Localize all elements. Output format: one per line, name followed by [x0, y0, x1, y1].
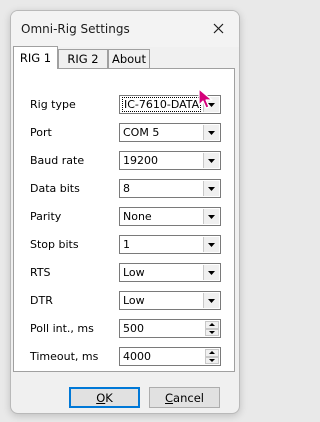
stop-bits-label: Stop bits: [30, 238, 79, 251]
tab-about[interactable]: About: [108, 49, 150, 68]
chevron-down-icon: [208, 242, 215, 247]
settings-window: Omni-Rig Settings RIG 1 RIG 2 About Rig …: [10, 10, 240, 414]
poll-int-value: 500: [123, 322, 144, 335]
poll-int-label: Poll int., ms: [30, 322, 94, 335]
stop-bits-select[interactable]: 1: [119, 235, 221, 254]
rig-type-select[interactable]: IC-7610-DATA: [119, 95, 221, 114]
spin-up-icon: [209, 323, 215, 327]
dropdown-button[interactable]: [203, 237, 219, 252]
dropdown-button[interactable]: [203, 265, 219, 280]
spin-down-button[interactable]: [205, 328, 219, 336]
dropdown-button[interactable]: [203, 181, 219, 196]
baud-rate-value: 19200: [123, 154, 158, 167]
dropdown-button[interactable]: [203, 209, 219, 224]
spin-down-icon: [209, 358, 215, 362]
tab-rig-2-label: RIG 2: [67, 52, 99, 66]
dropdown-button[interactable]: [203, 97, 219, 112]
chevron-down-icon: [208, 158, 215, 163]
data-bits-label: Data bits: [30, 182, 80, 195]
chevron-down-icon: [208, 214, 215, 219]
parity-value: None: [123, 210, 152, 223]
port-value: COM 5: [123, 126, 160, 139]
timeout-spinner[interactable]: 4000: [119, 347, 221, 366]
tab-rig-2[interactable]: RIG 2: [58, 49, 108, 68]
port-label: Port: [30, 126, 52, 139]
spin-buttons: [205, 321, 219, 336]
baud-rate-select[interactable]: 19200: [119, 151, 221, 170]
ok-button-mnemonic: O: [96, 390, 106, 405]
rig-type-value: IC-7610-DATA: [121, 97, 202, 112]
parity-select[interactable]: None: [119, 207, 221, 226]
chevron-down-icon: [208, 186, 215, 191]
close-icon: [213, 23, 223, 33]
dtr-select[interactable]: Low: [119, 291, 221, 310]
title-bar: Omni-Rig Settings: [11, 11, 239, 47]
poll-int-spinner[interactable]: 500: [119, 319, 221, 338]
dtr-label: DTR: [30, 294, 53, 307]
stop-bits-value: 1: [123, 238, 130, 251]
timeout-label: Timeout, ms: [30, 350, 99, 363]
dtr-value: Low: [123, 294, 145, 307]
spin-down-icon: [209, 330, 215, 334]
port-select[interactable]: COM 5: [119, 123, 221, 142]
dropdown-button[interactable]: [203, 153, 219, 168]
spin-up-icon: [209, 351, 215, 355]
baud-rate-label: Baud rate: [30, 154, 85, 167]
dropdown-button[interactable]: [203, 293, 219, 308]
data-bits-value: 8: [123, 182, 130, 195]
rts-label: RTS: [30, 266, 51, 279]
chevron-down-icon: [208, 298, 215, 303]
cancel-button[interactable]: Cancel: [149, 387, 220, 408]
tab-rig-1-label: RIG 1: [19, 51, 52, 65]
spin-buttons: [205, 349, 219, 364]
parity-label: Parity: [30, 210, 62, 223]
spin-up-button[interactable]: [205, 349, 219, 357]
rig-settings-panel: Rig type IC-7610-DATA Port COM 5 Baud ra…: [13, 68, 235, 372]
tab-about-label: About: [111, 52, 146, 66]
close-button[interactable]: [209, 19, 227, 37]
ok-button-label: K: [105, 390, 113, 405]
cancel-button-label: ancel: [173, 390, 204, 405]
rts-value: Low: [123, 266, 145, 279]
spin-down-button[interactable]: [205, 356, 219, 364]
window-title: Omni-Rig Settings: [21, 22, 130, 36]
chevron-down-icon: [208, 270, 215, 275]
ok-button[interactable]: OK: [69, 387, 140, 408]
data-bits-select[interactable]: 8: [119, 179, 221, 198]
dropdown-button[interactable]: [203, 125, 219, 140]
chevron-down-icon: [208, 130, 215, 135]
rig-type-label: Rig type: [30, 98, 76, 111]
tab-rig-1[interactable]: RIG 1: [13, 46, 58, 69]
cancel-button-mnemonic: C: [165, 390, 174, 405]
chevron-down-icon: [208, 102, 215, 107]
timeout-value: 4000: [123, 350, 151, 363]
spin-up-button[interactable]: [205, 321, 219, 329]
rts-select[interactable]: Low: [119, 263, 221, 282]
